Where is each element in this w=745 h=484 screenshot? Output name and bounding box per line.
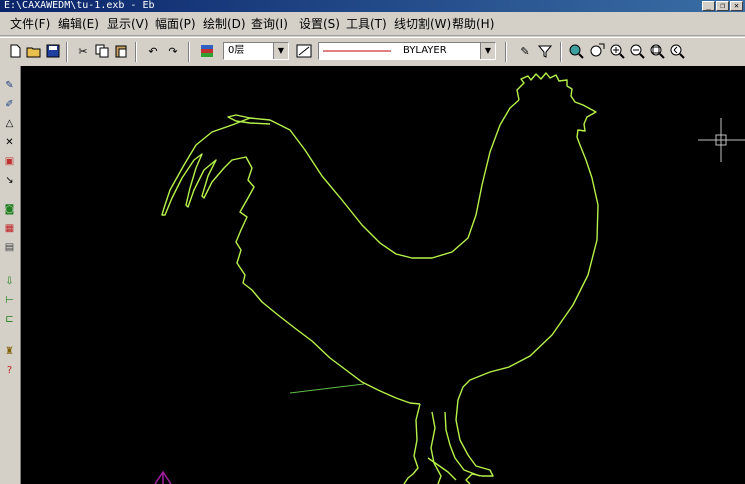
paste-icon[interactable]: [112, 42, 130, 60]
cad-window: E:\CAXAWEDM\tu-1.exb - Eb _ ❐ ✕ 文件(F) 编辑…: [0, 0, 745, 484]
zoom-in-icon[interactable]: [608, 42, 626, 60]
crossing-icon[interactable]: ✕: [2, 135, 17, 150]
document-icon[interactable]: ▤: [2, 240, 17, 255]
drawing-canvas[interactable]: [21, 66, 745, 484]
rooster-body-outline: [455, 72, 599, 484]
camera-icon[interactable]: ◙: [2, 202, 17, 217]
arrow-icon[interactable]: ↘: [2, 173, 17, 188]
layer-stack-icon[interactable]: [198, 42, 216, 60]
toolbar-separator: [135, 42, 137, 62]
menu-settings[interactable]: 设置(S): [299, 17, 340, 31]
restore-button[interactable]: ❐: [716, 1, 729, 11]
toolbar-separator: [505, 42, 507, 62]
menu-help[interactable]: 帮助(H): [452, 17, 494, 31]
grid-icon[interactable]: ▦: [2, 221, 17, 236]
zoom-all-icon[interactable]: [648, 42, 666, 60]
menu-bar: 文件(F) 编辑(E) 显示(V) 幅面(P) 绘制(D) 查询(I) 设置(S…: [0, 13, 745, 36]
new-file-icon[interactable]: [6, 42, 24, 60]
zoom-out-icon[interactable]: [628, 42, 646, 60]
open-folder-icon[interactable]: [25, 42, 43, 60]
linetype-select[interactable]: BYLAYER ▼: [318, 42, 496, 60]
menu-file[interactable]: 文件(F): [10, 17, 50, 31]
tool-icon[interactable]: ♜: [2, 344, 17, 359]
rooster-outline: [161, 72, 599, 484]
stray-line: [289, 383, 365, 394]
box-3d-icon[interactable]: ▣: [2, 154, 17, 169]
pan-icon[interactable]: [588, 42, 606, 60]
chevron-down-icon[interactable]: ▼: [273, 43, 288, 59]
step-icon[interactable]: ⊏: [2, 312, 17, 327]
menu-draw[interactable]: 绘制(D): [203, 17, 246, 31]
close-button[interactable]: ✕: [730, 1, 743, 11]
menu-query[interactable]: 查询(I): [251, 17, 288, 31]
scissors-icon[interactable]: ✂: [74, 42, 92, 60]
help-icon[interactable]: ?: [2, 363, 17, 378]
menu-sheet[interactable]: 幅面(P): [155, 17, 196, 31]
draw-curve-icon[interactable]: ✐: [2, 97, 17, 112]
filter-icon[interactable]: [536, 42, 554, 60]
chevron-down-icon[interactable]: ▼: [480, 43, 495, 59]
title-bar: E:\CAXAWEDM\tu-1.exb - Eb _ ❐ ✕: [0, 0, 745, 12]
move-down-icon[interactable]: ⇩: [2, 274, 17, 289]
pen-icon[interactable]: ✎: [516, 42, 534, 60]
copy-icon[interactable]: [93, 42, 111, 60]
linetype-icon[interactable]: [295, 42, 313, 60]
undo-icon[interactable]: ↶: [144, 42, 162, 60]
redo-icon[interactable]: ↷: [164, 42, 182, 60]
branch-icon[interactable]: ⊢: [2, 293, 17, 308]
toolbar-separator: [560, 42, 562, 62]
zoom-window-icon[interactable]: [567, 42, 585, 60]
layer-select-value: 0层: [228, 45, 245, 56]
rooster-legs-outline: [403, 403, 481, 484]
minimize-button[interactable]: _: [702, 1, 715, 11]
linetype-select-value: BYLAYER: [403, 45, 447, 56]
drawing-toolbar: ✎ ✐ △ ✕ ▣ ↘ ◙ ▦ ▤ ⇩ ⊢ ⊏ ♜ ?: [0, 66, 21, 484]
toolbar-separator: [188, 42, 190, 62]
pencil-icon[interactable]: ✎: [2, 78, 17, 93]
coordinate-origin-icon: [154, 470, 172, 484]
crosshair-cursor: [698, 118, 745, 162]
window-title: E:\CAXAWEDM\tu-1.exb - Eb: [4, 0, 155, 11]
menu-edit[interactable]: 编辑(E): [58, 17, 99, 31]
menu-tools[interactable]: 工具(T): [346, 17, 387, 31]
triangle-icon[interactable]: △: [2, 116, 17, 131]
menu-wire-cut[interactable]: 线切割(W): [394, 17, 451, 31]
toolbar-separator: [66, 42, 68, 62]
save-disk-icon[interactable]: [44, 42, 62, 60]
menu-view[interactable]: 显示(V): [107, 17, 149, 31]
window-controls: _ ❐ ✕: [702, 1, 743, 11]
rooster-back-outline: [161, 99, 520, 405]
layer-select[interactable]: 0层 ▼: [223, 42, 289, 60]
standard-toolbar: ✂ ↶ ↷ 0层 ▼ BYLAYER ▼ ✎: [0, 37, 745, 66]
zoom-previous-icon[interactable]: [668, 42, 686, 60]
